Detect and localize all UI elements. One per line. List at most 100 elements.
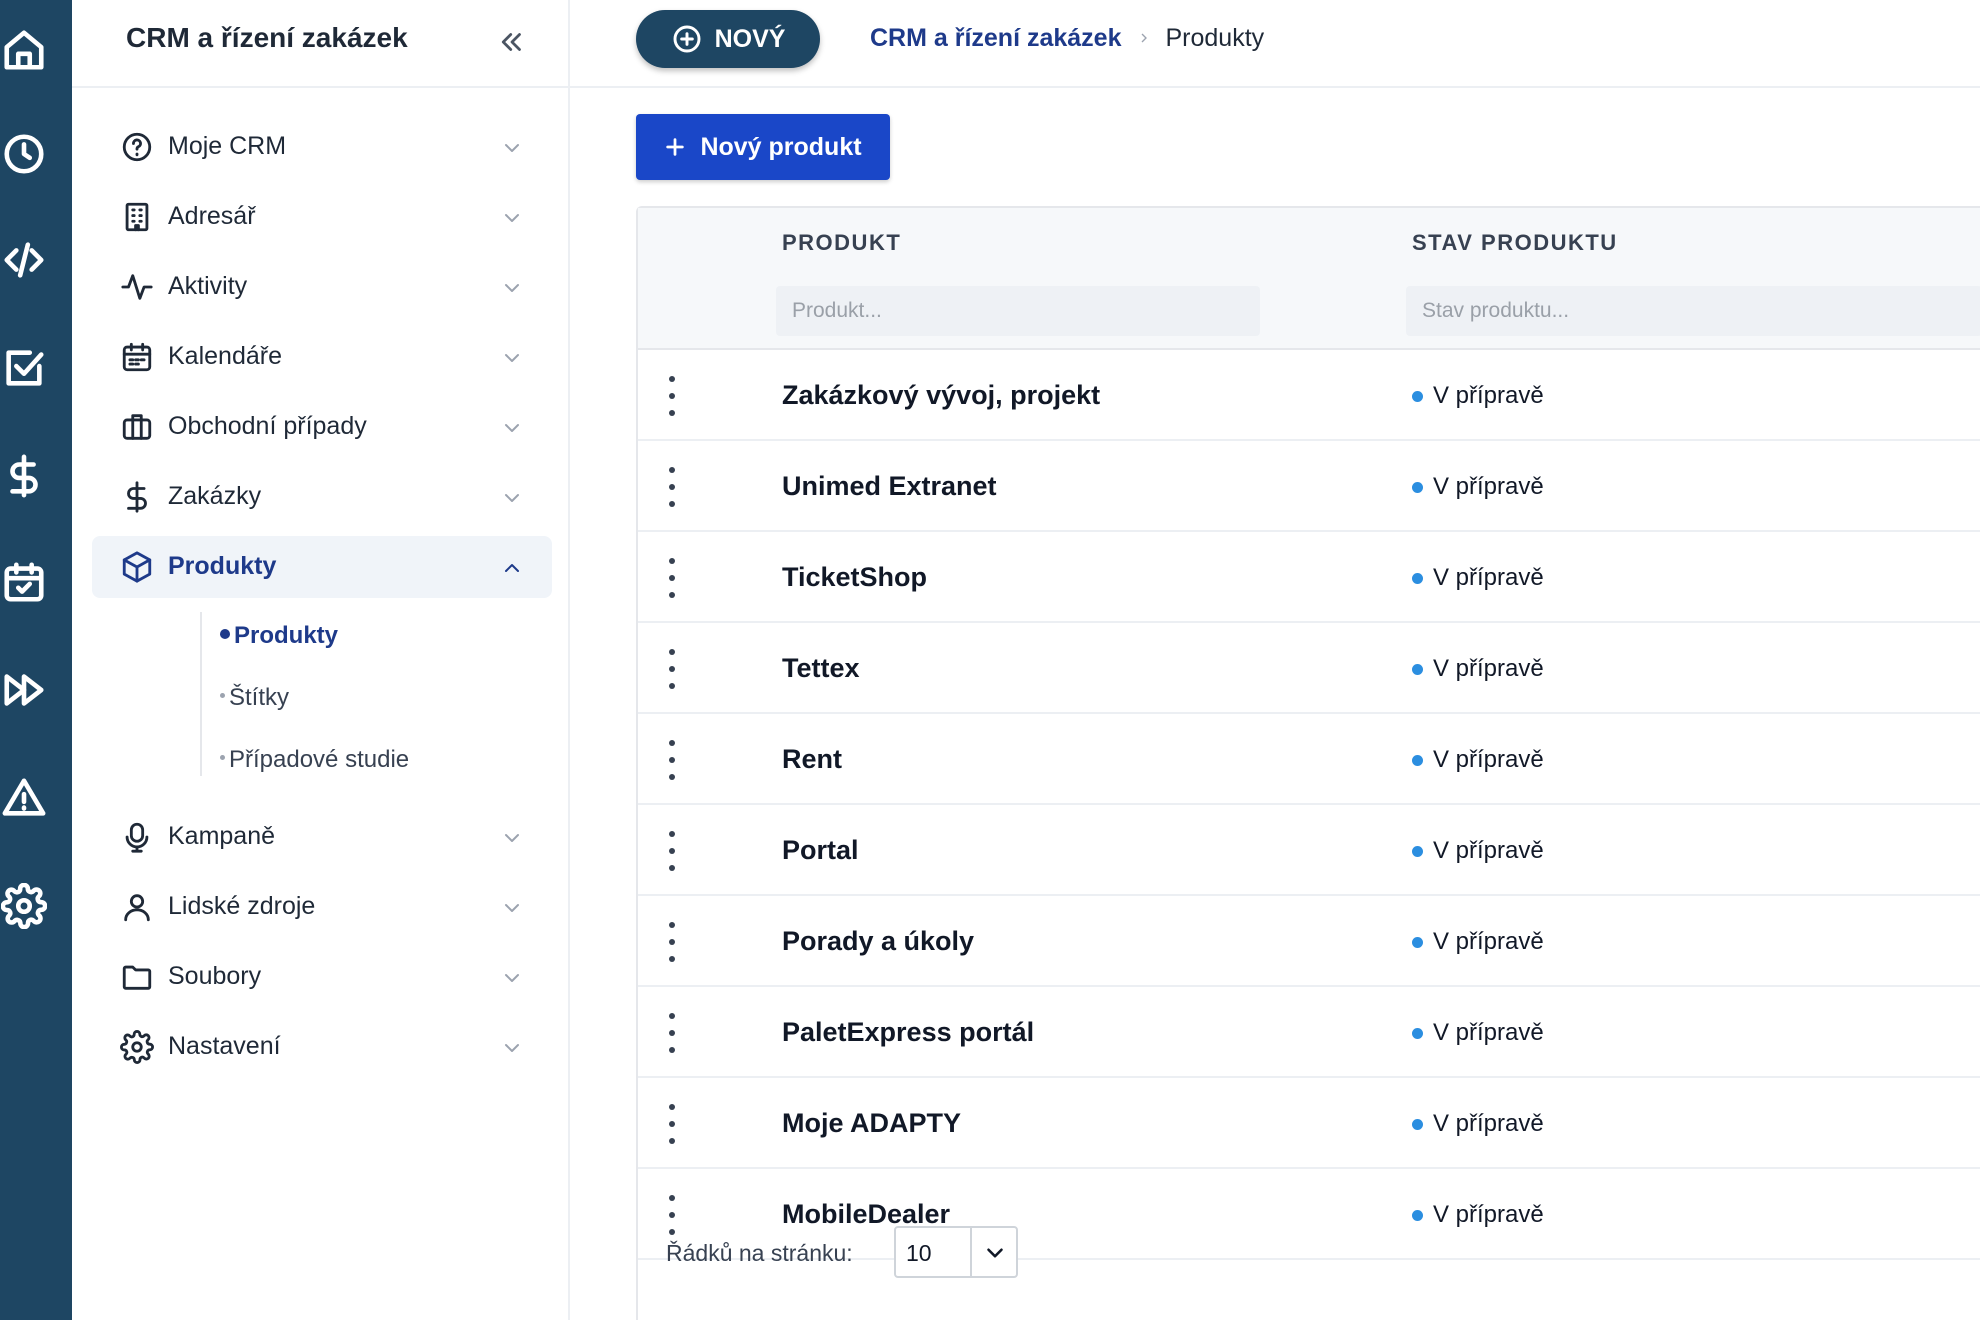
sidebar-item-obchodni-pripady[interactable]: Obchodní případy [92, 396, 552, 458]
dollar-icon[interactable] [0, 452, 48, 500]
gear-icon[interactable] [0, 882, 48, 930]
more-vertical-icon[interactable] [664, 467, 680, 507]
subnav-item-produkty[interactable]: Produkty [220, 622, 338, 666]
more-vertical-icon[interactable] [664, 1104, 680, 1144]
microphone-icon [120, 820, 154, 854]
status-label: V přípravě [1433, 655, 1544, 682]
box-icon [120, 550, 154, 584]
column-header-product[interactable]: PRODUKT [782, 230, 901, 256]
subnav-dot [220, 693, 225, 699]
sidebar-item-soubory[interactable]: Soubory [92, 946, 552, 1008]
subnav-item-stitky[interactable]: Štítky [220, 684, 289, 728]
product-name[interactable]: Unimed Extranet [782, 471, 997, 502]
product-name[interactable]: Porady a úkoly [782, 926, 974, 957]
more-vertical-icon[interactable] [664, 649, 680, 689]
more-vertical-icon[interactable] [664, 376, 680, 416]
status-label: V přípravě [1433, 746, 1544, 773]
briefcase-icon [120, 410, 154, 444]
subnav-line [200, 612, 202, 776]
clock-icon[interactable] [0, 130, 48, 178]
subnav-item-pripadove-studie[interactable]: Případové studie [220, 746, 409, 790]
product-name[interactable]: TicketShop [782, 562, 927, 593]
table-row[interactable]: TicketShop V přípravě [638, 532, 1980, 623]
more-vertical-icon[interactable] [664, 1195, 680, 1235]
sidebar-item-nastaveni[interactable]: Nastavení [92, 1016, 552, 1078]
sidebar-item-aktivity[interactable]: Aktivity [92, 256, 552, 318]
checkbox-icon[interactable] [0, 344, 48, 392]
more-vertical-icon[interactable] [664, 1013, 680, 1053]
more-vertical-icon[interactable] [664, 740, 680, 780]
new-product-button[interactable]: Nový produkt [636, 114, 890, 180]
status-badge: V přípravě [1412, 746, 1544, 774]
subnav-label: Štítky [229, 684, 290, 711]
sidebar-item-zakazky[interactable]: Zakázky [92, 466, 552, 528]
status-badge: V přípravě [1412, 382, 1544, 410]
more-vertical-icon[interactable] [664, 922, 680, 962]
sidebar-item-lidske-zdroje[interactable]: Lidské zdroje [92, 876, 552, 938]
status-label: V přípravě [1433, 837, 1544, 864]
chevron-down-icon [500, 276, 524, 300]
product-name[interactable]: PaletExpress portál [782, 1017, 1034, 1048]
more-vertical-icon[interactable] [664, 558, 680, 598]
icon-rail [0, 0, 72, 1320]
rows-per-page-value: 10 [906, 1240, 932, 1266]
product-filter-input[interactable] [776, 286, 1260, 336]
table-row[interactable]: Porady a úkoly V přípravě [638, 896, 1980, 987]
rows-per-page-select[interactable]: 10 [894, 1226, 1018, 1278]
status-dot [1412, 1209, 1423, 1221]
status-badge: V přípravě [1412, 655, 1544, 683]
status-label: V přípravě [1433, 928, 1544, 955]
topbar: NOVÝ CRM a řízení zakázek Produkty [570, 0, 1980, 88]
sidebar-item-kampane[interactable]: Kampaně [92, 806, 552, 868]
chevron-down-icon [500, 896, 524, 920]
product-name[interactable]: Moje ADAPTY [782, 1108, 961, 1139]
sidebar: CRM a řízení zakázek Moje CRM Adresář Ak… [72, 0, 570, 1320]
status-dot [1412, 845, 1423, 857]
status-label: V přípravě [1433, 1110, 1544, 1137]
home-icon[interactable] [0, 26, 48, 74]
status-label: V přípravě [1433, 1019, 1544, 1046]
sidebar-item-moje-crm[interactable]: Moje CRM [92, 116, 552, 178]
table-row[interactable]: Portal V přípravě [638, 805, 1980, 896]
table-row[interactable]: Zakázkový vývoj, projekt V přípravě [638, 350, 1980, 441]
table-row[interactable]: Rent V přípravě [638, 714, 1980, 805]
sidebar-item-label: Produkty [168, 552, 277, 580]
table-row[interactable]: Unimed Extranet V přípravě [638, 441, 1980, 532]
collapse-sidebar-button[interactable] [492, 22, 532, 62]
chevron-down-icon [500, 136, 524, 160]
new-product-label: Nový produkt [700, 132, 862, 161]
more-vertical-icon[interactable] [664, 831, 680, 871]
status-dot [1412, 663, 1423, 675]
sidebar-item-adresar[interactable]: Adresář [92, 186, 552, 248]
product-name[interactable]: Rent [782, 744, 842, 775]
sidebar-title: CRM a řízení zakázek [126, 22, 408, 53]
building-icon [120, 200, 154, 234]
status-label: V přípravě [1433, 1201, 1544, 1228]
product-name[interactable]: Tettex [782, 653, 860, 684]
fast-forward-icon[interactable] [0, 666, 48, 714]
status-badge: V přípravě [1412, 837, 1544, 865]
plus-circle-icon [673, 25, 701, 53]
product-name[interactable]: Portal [782, 835, 859, 866]
status-dot [1412, 754, 1423, 766]
table-row[interactable]: Tettex V přípravě [638, 623, 1980, 714]
calendar-icon [120, 340, 154, 374]
status-filter-input[interactable] [1406, 286, 1980, 336]
warning-icon[interactable] [0, 774, 48, 822]
dollar-icon [120, 480, 154, 514]
chevron-down-icon [500, 346, 524, 370]
code-icon[interactable] [0, 236, 48, 284]
rows-per-page-label: Řádků na stránku: [666, 1240, 853, 1266]
breadcrumb-parent-link[interactable]: CRM a řízení zakázek [870, 24, 1122, 53]
select-divider [970, 1228, 972, 1276]
sidebar-item-kalendare[interactable]: Kalendáře [92, 326, 552, 388]
calendar-check-icon[interactable] [0, 558, 48, 606]
column-header-status[interactable]: STAV PRODUKTU [1412, 230, 1618, 256]
sidebar-item-produkty[interactable]: Produkty [92, 536, 552, 598]
table-row[interactable]: PaletExpress portál V přípravě [638, 987, 1980, 1078]
status-dot [1412, 1027, 1423, 1039]
table-row[interactable]: Moje ADAPTY V přípravě [638, 1078, 1980, 1169]
new-button[interactable]: NOVÝ [636, 10, 820, 68]
product-name[interactable]: Zakázkový vývoj, projekt [782, 380, 1100, 411]
chevron-up-icon [500, 556, 524, 580]
